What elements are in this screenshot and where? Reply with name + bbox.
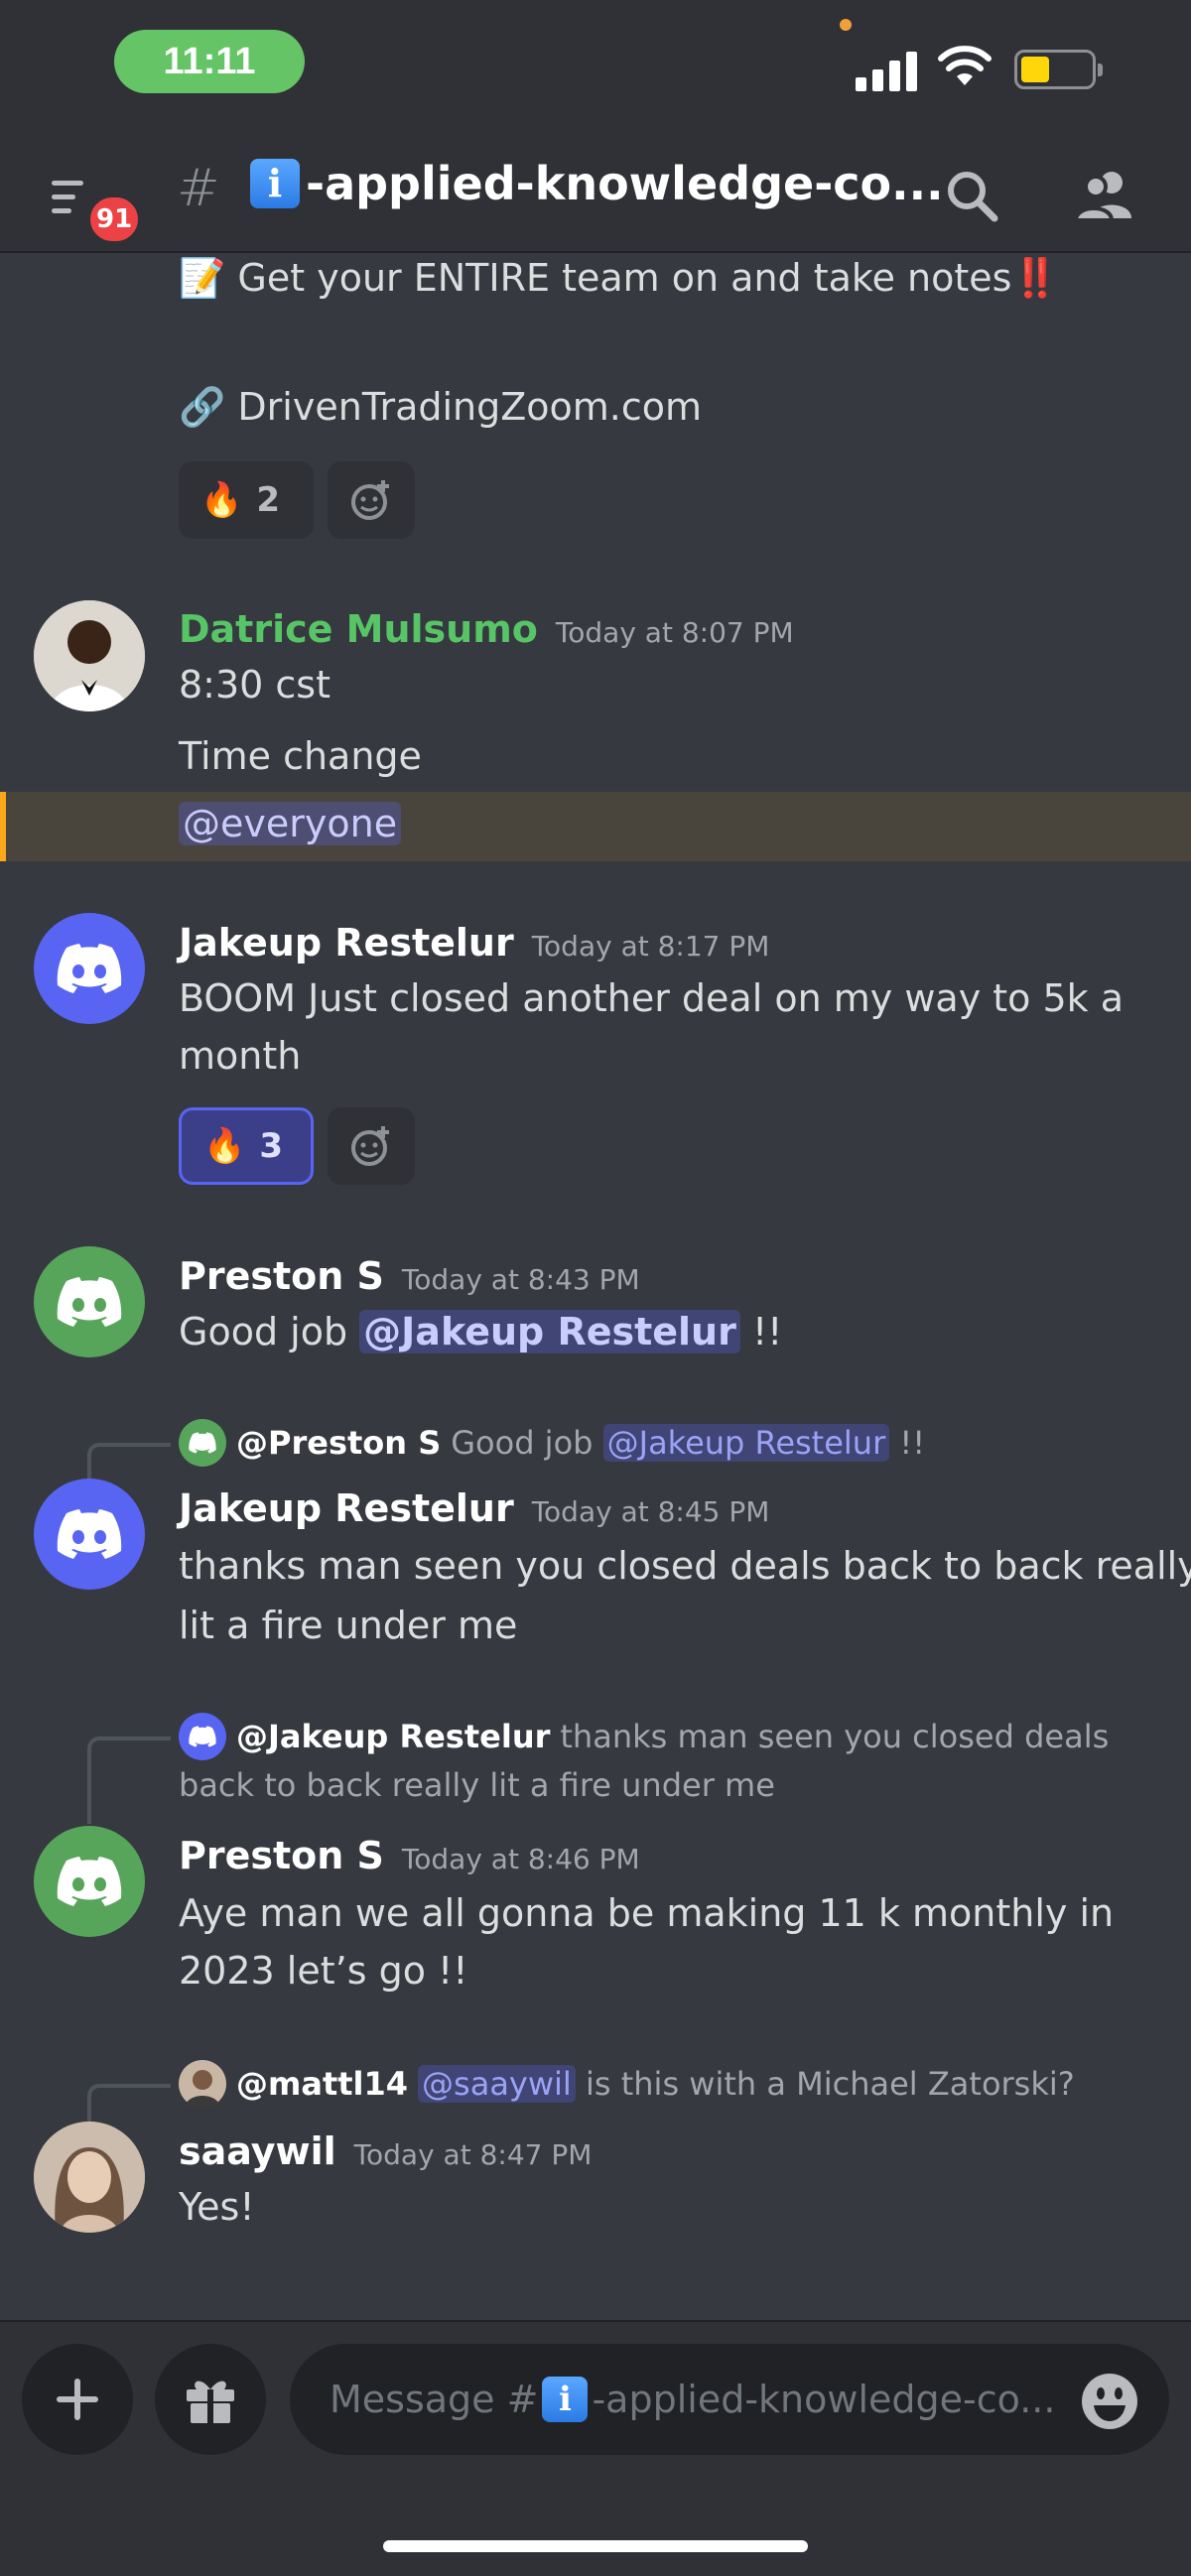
info-emoji-icon: i	[250, 159, 300, 208]
avatar[interactable]	[34, 1246, 145, 1357]
author-name[interactable]: Datrice Mulsumo	[179, 607, 538, 651]
message-header: Jakeup Restelur Today at 8:17 PM	[179, 921, 769, 965]
author-name[interactable]: Jakeup Restelur	[179, 921, 514, 965]
discord-logo-icon	[57, 944, 122, 993]
status-bar: 11:11	[0, 0, 1191, 129]
wifi-icon	[938, 46, 992, 85]
add-attachment-button[interactable]	[22, 2344, 133, 2455]
reply-preview[interactable]: @Preston S Good job @Jakeup Restelur !!	[179, 1419, 925, 1467]
avatar[interactable]	[34, 2122, 145, 2233]
message-line: @everyone	[179, 802, 402, 845]
search-icon[interactable]	[943, 167, 1002, 226]
reply-connector	[87, 1737, 171, 1824]
timestamp: Today at 8:17 PM	[531, 930, 770, 963]
message-line: 🔗 DrivenTradingZoom.com	[179, 385, 703, 429]
add-reaction-icon	[351, 1126, 389, 1166]
privacy-indicator-dot	[840, 19, 852, 31]
everyone-mention[interactable]: @everyone	[179, 802, 402, 845]
double-exclamation-emoji-icon: ‼️	[1011, 256, 1059, 300]
timestamp: Today at 8:47 PM	[353, 2138, 593, 2171]
fire-emoji-icon: 🔥	[203, 1126, 246, 1166]
fire-reaction[interactable]: 🔥 2	[179, 461, 314, 539]
message-line: Yes!	[179, 2185, 255, 2229]
avatar[interactable]	[34, 1826, 145, 1937]
battery-icon	[1014, 50, 1103, 89]
add-reaction-button[interactable]	[328, 1107, 415, 1185]
message-line: Time change	[179, 734, 422, 778]
add-reaction-icon	[351, 480, 389, 520]
reaction-count: 3	[259, 1126, 284, 1166]
reply-author: @Preston S	[236, 1424, 442, 1462]
message-line: Aye man we all gonna be making 11 k mont…	[179, 1891, 1115, 1935]
members-icon[interactable]	[1072, 167, 1137, 226]
message-line: 2023 let’s go !!	[179, 1949, 468, 1993]
user-photo-icon	[34, 600, 145, 711]
home-indicator	[383, 2540, 808, 2552]
gift-button[interactable]	[155, 2344, 266, 2455]
reply-preview[interactable]: @Jakeup Restelur thanks man seen you clo…	[179, 1713, 1109, 1760]
discord-logo-icon	[57, 1857, 122, 1906]
reaction-count: 2	[256, 480, 281, 520]
discord-logo-icon	[179, 1713, 226, 1760]
author-name[interactable]: Preston S	[179, 1834, 384, 1877]
message-header: Preston S Today at 8:43 PM	[179, 1254, 640, 1298]
message-line: month	[179, 1034, 302, 1078]
channel-hash-icon: #	[177, 159, 220, 218]
memo-emoji-icon: 📝	[179, 256, 226, 300]
reply-text: thanks man seen you closed deals	[560, 1718, 1110, 1755]
avatar[interactable]	[34, 1479, 145, 1590]
reply-preview[interactable]: @mattl14 @saaywil is this with a Michael…	[179, 2060, 1075, 2108]
timestamp: Today at 8:45 PM	[531, 1495, 770, 1528]
discord-logo-icon	[179, 1419, 226, 1467]
timestamp: Today at 8:43 PM	[401, 1263, 640, 1296]
author-name[interactable]: Jakeup Restelur	[179, 1486, 514, 1530]
channel-header: 91 # i -applied-knowledge-co...	[0, 129, 1191, 253]
reply-preview-continued: back to back really lit a fire under me	[179, 1766, 775, 1804]
reply-connector	[87, 1443, 171, 1482]
user-photo-icon	[34, 2122, 145, 2233]
author-name[interactable]: Preston S	[179, 1254, 384, 1298]
message-line: Good job @Jakeup Restelur !!	[179, 1310, 783, 1353]
message-input[interactable]: Message # i -applied-knowledge-co...	[290, 2344, 1169, 2455]
reply-author: @mattl14	[236, 2065, 409, 2103]
menu-button[interactable]: 91	[48, 171, 144, 246]
notification-badge: 91	[85, 193, 144, 246]
reply-author: @Jakeup Restelur	[236, 1718, 551, 1755]
user-mention[interactable]: @Jakeup Restelur	[359, 1310, 740, 1353]
message-line: 📝 Get your ENTIRE team on and take notes…	[179, 256, 1059, 300]
link-emoji-icon: 🔗	[179, 385, 226, 429]
message-line: 8:30 cst	[179, 663, 331, 707]
timestamp: Today at 8:07 PM	[555, 616, 794, 649]
plus-icon	[57, 2379, 98, 2420]
message-line: lit a fire under me	[179, 1604, 518, 1647]
reply-connector	[87, 2084, 171, 2127]
avatar[interactable]	[34, 913, 145, 1024]
discord-logo-icon	[57, 1277, 122, 1327]
info-emoji-icon: i	[542, 2377, 589, 2422]
reply-text: back to back really lit a fire under me	[179, 1766, 775, 1804]
message-header: Datrice Mulsumo Today at 8:07 PM	[179, 607, 794, 651]
message-header: saaywil Today at 8:47 PM	[179, 2129, 592, 2173]
message-line: BOOM Just closed another deal on my way …	[179, 976, 1125, 1020]
message-header: Preston S Today at 8:46 PM	[179, 1834, 640, 1877]
channel-title[interactable]: i -applied-knowledge-co...	[250, 157, 944, 210]
message-header: Jakeup Restelur Today at 8:45 PM	[179, 1486, 769, 1530]
message-line: thanks man seen you closed deals back to…	[179, 1544, 1191, 1588]
user-mention: @Jakeup Restelur	[602, 1424, 890, 1462]
cellular-signal-icon	[856, 48, 919, 91]
discord-logo-icon	[57, 1509, 122, 1559]
emoji-picker-icon[interactable]	[1080, 2372, 1139, 2431]
add-reaction-button[interactable]	[328, 461, 415, 539]
author-name[interactable]: saaywil	[179, 2129, 336, 2173]
gift-icon	[187, 2381, 234, 2423]
user-mention: @saaywil	[418, 2065, 576, 2103]
channel-name: -applied-knowledge-co...	[306, 157, 944, 210]
status-time: 11:11	[114, 30, 305, 93]
fire-reaction[interactable]: 🔥 3	[179, 1107, 314, 1185]
user-photo-icon	[179, 2060, 226, 2108]
timestamp: Today at 8:46 PM	[401, 1843, 640, 1875]
fire-emoji-icon: 🔥	[200, 480, 243, 520]
avatar[interactable]	[34, 600, 145, 711]
